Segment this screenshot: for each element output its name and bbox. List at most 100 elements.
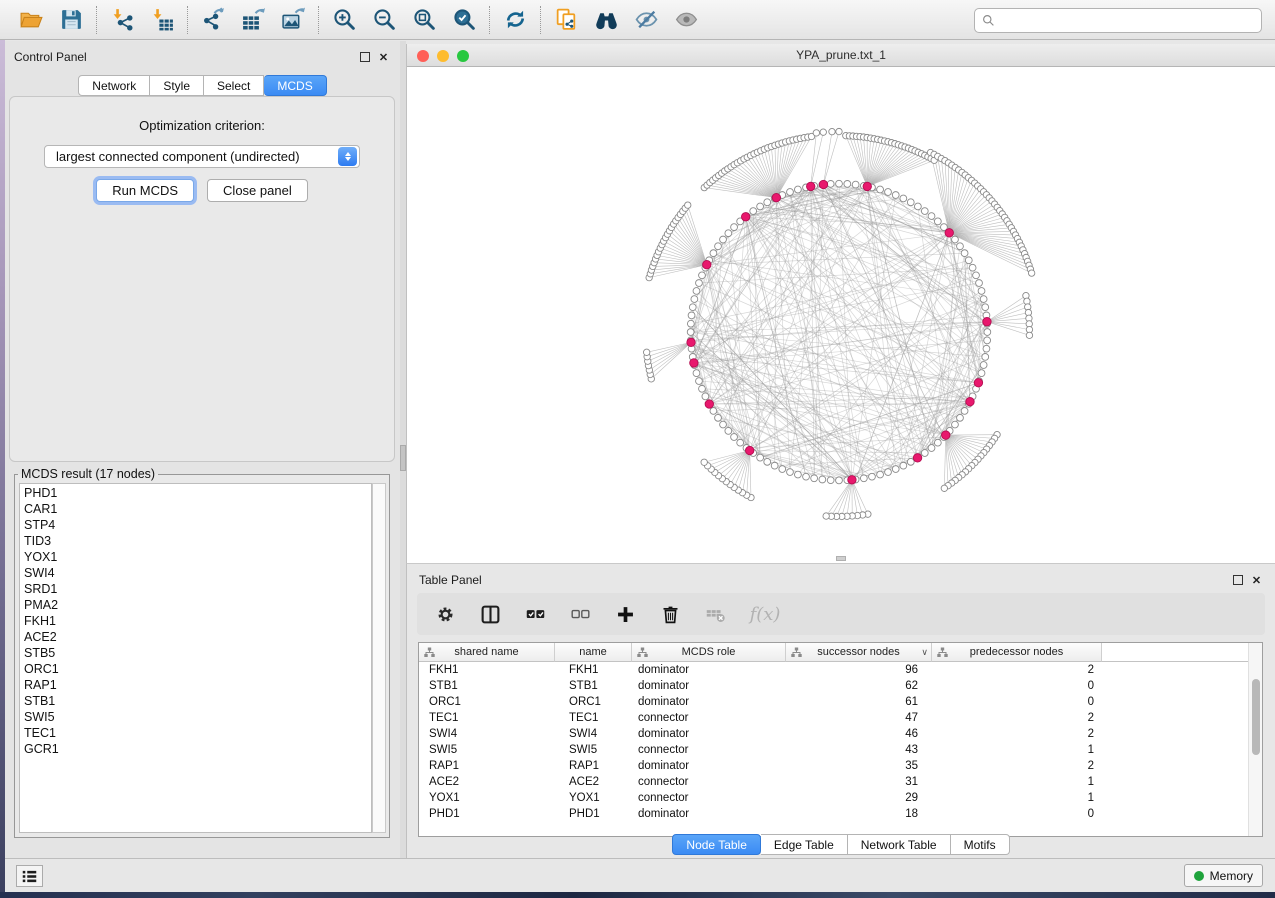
cell-role[interactable]: connector <box>632 712 786 724</box>
cell-role[interactable]: dominator <box>632 680 786 692</box>
window-close-traffic-light[interactable] <box>417 50 429 62</box>
cell-successors[interactable]: 47 <box>786 712 932 724</box>
table-row[interactable]: SWI5SWI5connector431 <box>419 742 1262 758</box>
table-panel-close-button[interactable]: ✕ <box>1250 574 1263 587</box>
control-panel-close-button[interactable]: ✕ <box>377 51 390 64</box>
open-session-icon[interactable] <box>16 5 46 35</box>
cell-role[interactable]: dominator <box>632 696 786 708</box>
import-network-icon[interactable] <box>107 5 137 35</box>
cell-name[interactable]: SWI4 <box>555 728 632 740</box>
table-row[interactable]: ORC1ORC1dominator610 <box>419 694 1262 710</box>
tab-motifs[interactable]: Motifs <box>951 834 1010 855</box>
search-input[interactable] <box>1000 14 1254 28</box>
table-row[interactable]: STB1STB1dominator620 <box>419 678 1262 694</box>
mcds-result-item[interactable]: YOX1 <box>24 549 371 565</box>
save-session-icon[interactable] <box>56 5 86 35</box>
criterion-select[interactable]: largest connected component (undirected) <box>44 145 360 168</box>
binoculars-icon[interactable] <box>591 5 621 35</box>
mcds-list-scrollbar[interactable] <box>372 483 386 833</box>
mcds-result-item[interactable]: ORC1 <box>24 661 371 677</box>
cell-role[interactable]: connector <box>632 776 786 788</box>
mcds-result-item[interactable]: RAP1 <box>24 677 371 693</box>
mcds-result-list[interactable]: PHD1CAR1STP4TID3YOX1SWI4SRD1PMA2FKH1ACE2… <box>19 483 372 833</box>
tab-mcds[interactable]: MCDS <box>264 75 326 96</box>
show-hidden-icon[interactable] <box>671 5 701 35</box>
cell-shared_name[interactable]: ORC1 <box>419 696 555 708</box>
zoom-fit-icon[interactable] <box>409 5 439 35</box>
cell-predecessors[interactable]: 1 <box>932 792 1102 804</box>
cell-name[interactable]: YOX1 <box>555 792 632 804</box>
table-scrollbar-thumb[interactable] <box>1252 679 1260 755</box>
cell-successors[interactable]: 96 <box>786 664 932 676</box>
cell-role[interactable]: connector <box>632 744 786 756</box>
network-graph[interactable] <box>407 67 1275 563</box>
export-network-icon[interactable] <box>198 5 228 35</box>
cell-role[interactable]: dominator <box>632 728 786 740</box>
mcds-result-item[interactable]: SWI4 <box>24 565 371 581</box>
cell-predecessors[interactable]: 2 <box>932 712 1102 724</box>
cell-shared_name[interactable]: ACE2 <box>419 776 555 788</box>
cell-predecessors[interactable]: 0 <box>932 808 1102 820</box>
column-header-name[interactable]: name <box>555 643 632 662</box>
tab-edge-table[interactable]: Edge Table <box>761 834 848 855</box>
mcds-result-item[interactable]: TID3 <box>24 533 371 549</box>
tab-select[interactable]: Select <box>204 75 264 96</box>
cell-shared_name[interactable]: RAP1 <box>419 760 555 772</box>
cell-predecessors[interactable]: 2 <box>932 664 1102 676</box>
table-row[interactable]: YOX1YOX1connector291 <box>419 790 1262 806</box>
deselect-all-rows-icon[interactable] <box>568 602 592 626</box>
cell-successors[interactable]: 35 <box>786 760 932 772</box>
table-row[interactable]: FKH1FKH1dominator962 <box>419 662 1262 678</box>
column-header-MCDS-role[interactable]: MCDS role <box>632 643 786 662</box>
mcds-result-item[interactable]: SRD1 <box>24 581 371 597</box>
cell-predecessors[interactable]: 2 <box>932 728 1102 740</box>
cell-successors[interactable]: 43 <box>786 744 932 756</box>
mcds-result-item[interactable]: STP4 <box>24 517 371 533</box>
import-table-icon[interactable] <box>147 5 177 35</box>
cell-role[interactable]: dominator <box>632 808 786 820</box>
cell-predecessors[interactable]: 0 <box>932 680 1102 692</box>
cell-shared_name[interactable]: TEC1 <box>419 712 555 724</box>
cell-successors[interactable]: 61 <box>786 696 932 708</box>
window-zoom-traffic-light[interactable] <box>457 50 469 62</box>
mcds-result-item[interactable]: TEC1 <box>24 725 371 741</box>
cell-shared_name[interactable]: PHD1 <box>419 808 555 820</box>
cell-successors[interactable]: 29 <box>786 792 932 804</box>
cell-predecessors[interactable]: 1 <box>932 776 1102 788</box>
table-row[interactable]: RAP1RAP1dominator352 <box>419 758 1262 774</box>
cell-predecessors[interactable]: 2 <box>932 760 1102 772</box>
table-row[interactable]: ACE2ACE2connector311 <box>419 774 1262 790</box>
table-panel-float-button[interactable] <box>1233 575 1243 585</box>
mcds-result-item[interactable]: ACE2 <box>24 629 371 645</box>
export-table-icon[interactable] <box>238 5 268 35</box>
mcds-result-item[interactable]: STB5 <box>24 645 371 661</box>
column-header-shared-name[interactable]: shared name <box>419 643 555 662</box>
tab-network[interactable]: Network <box>78 75 150 96</box>
table-settings-icon[interactable] <box>433 602 457 626</box>
search-box[interactable] <box>974 8 1262 33</box>
cell-role[interactable]: dominator <box>632 664 786 676</box>
control-panel-float-button[interactable] <box>360 52 370 62</box>
cell-predecessors[interactable]: 0 <box>932 696 1102 708</box>
cell-successors[interactable]: 62 <box>786 680 932 692</box>
select-all-rows-icon[interactable] <box>523 602 547 626</box>
cell-name[interactable]: ACE2 <box>555 776 632 788</box>
memory-button[interactable]: Memory <box>1184 864 1263 887</box>
hide-selected-icon[interactable] <box>631 5 661 35</box>
mcds-result-item[interactable]: SWI5 <box>24 709 371 725</box>
cell-successors[interactable]: 31 <box>786 776 932 788</box>
cell-role[interactable]: dominator <box>632 760 786 772</box>
cell-name[interactable]: SWI5 <box>555 744 632 756</box>
tab-style[interactable]: Style <box>150 75 204 96</box>
cell-predecessors[interactable]: 1 <box>932 744 1102 756</box>
column-header-predecessor-nodes[interactable]: predecessor nodes <box>932 643 1102 662</box>
export-image-icon[interactable] <box>278 5 308 35</box>
zoom-out-icon[interactable] <box>369 5 399 35</box>
cell-shared_name[interactable]: FKH1 <box>419 664 555 676</box>
table-row[interactable]: PHD1PHD1dominator180 <box>419 806 1262 822</box>
cell-name[interactable]: ORC1 <box>555 696 632 708</box>
cell-name[interactable]: RAP1 <box>555 760 632 772</box>
mcds-result-item[interactable]: CAR1 <box>24 501 371 517</box>
cell-name[interactable]: PHD1 <box>555 808 632 820</box>
add-column-icon[interactable] <box>613 602 637 626</box>
